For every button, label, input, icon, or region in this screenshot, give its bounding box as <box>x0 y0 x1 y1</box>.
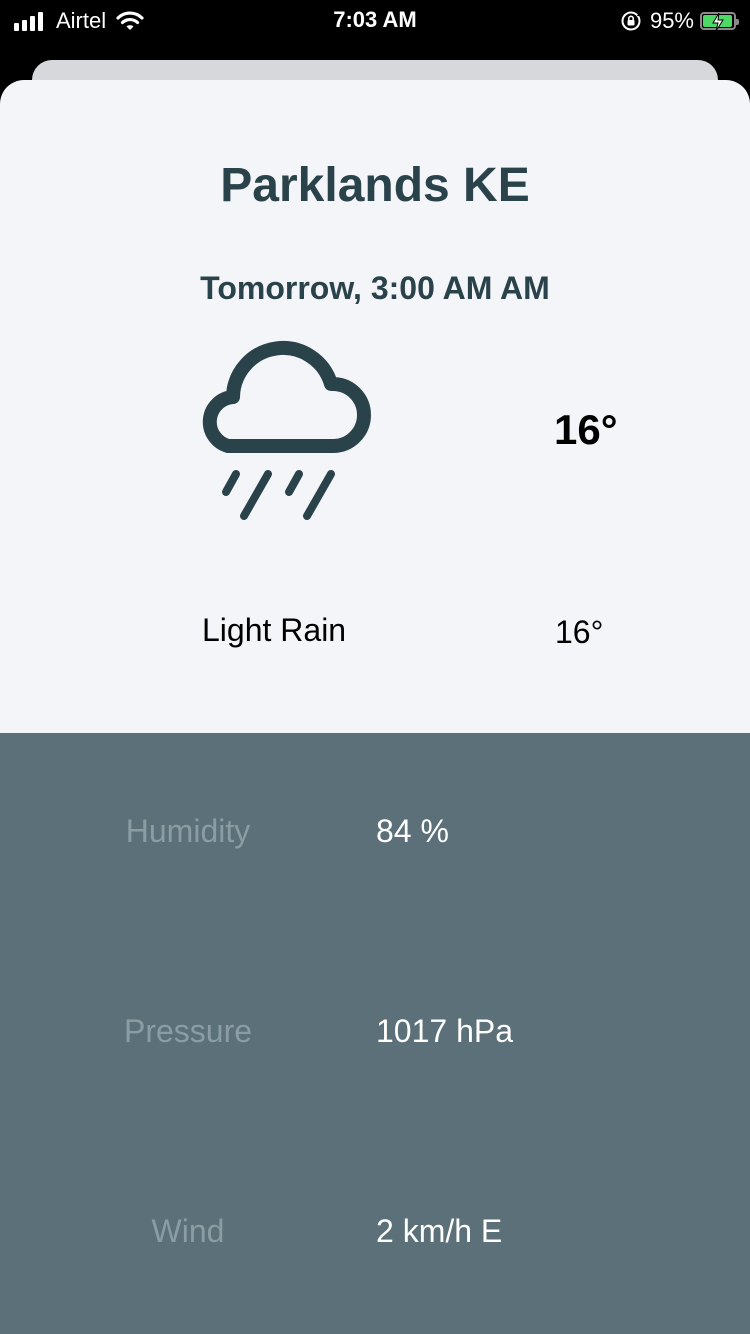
pressure-value: 1017 hPa <box>376 1013 514 1049</box>
location-title: Parklands KE <box>220 159 530 212</box>
battery-charging-icon <box>700 12 739 32</box>
humidity-label: Humidity <box>125 813 251 849</box>
detail-row-pressure: Pressure 1017 hPa <box>0 1013 750 1073</box>
charging-bolt-icon <box>712 12 724 32</box>
weather-details-panel: Humidity 84 % Pressure 1017 hPa Wind 2 k… <box>0 733 750 1334</box>
orientation-lock-icon <box>621 11 641 31</box>
temperature-main: 16° <box>554 406 618 453</box>
detail-row-wind: Wind 2 km/h E <box>0 1213 750 1273</box>
weather-condition: Light Rain <box>202 612 347 648</box>
wind-label: Wind <box>151 1213 225 1249</box>
temperature-secondary: 16° <box>555 614 604 650</box>
battery-percent: 95% <box>649 8 694 33</box>
status-bar-right: 95% <box>620 8 739 34</box>
forecast-detail-sheet: Parklands KE Tomorrow, 3:00 AM AM 16° Li… <box>0 80 750 1334</box>
screen: Airtel 7:03 AM 95% Parklands KE Tomorrow… <box>0 0 750 1334</box>
wind-value: 2 km/h E <box>376 1213 503 1249</box>
detail-row-humidity: Humidity 84 % <box>0 813 750 873</box>
humidity-value: 84 % <box>376 813 449 849</box>
pressure-label: Pressure <box>123 1013 253 1049</box>
battery-tip <box>736 19 739 25</box>
cloud-rain-icon <box>202 341 371 520</box>
forecast-datetime: Tomorrow, 3:00 AM AM <box>200 270 550 306</box>
status-bar: Airtel 7:03 AM 95% <box>0 0 750 40</box>
